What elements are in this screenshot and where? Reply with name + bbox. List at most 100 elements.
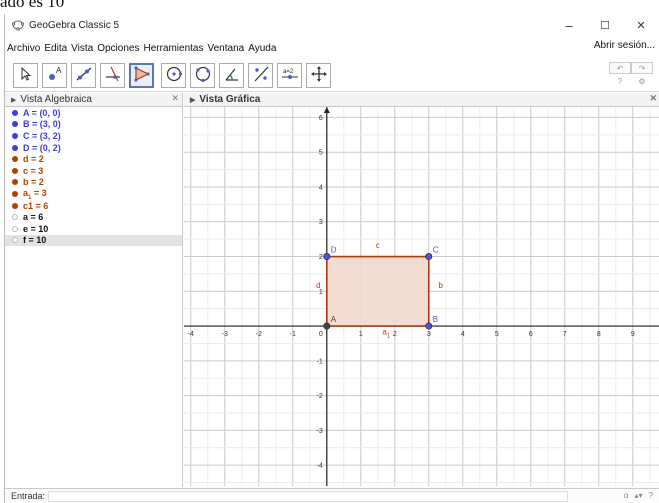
line-tool-button[interactable] [71, 63, 96, 88]
algebra-item[interactable]: D = (0, 2) [5, 142, 182, 154]
menu-herramientas[interactable]: Herramientas [143, 43, 203, 54]
polygon-tool-button[interactable] [129, 63, 154, 88]
sign-in-link[interactable]: Abrir sesión... [594, 40, 655, 51]
x-tick-label: 5 [495, 331, 499, 338]
algebra-item-text: c1 = 6 [23, 200, 49, 211]
segment-label: c [376, 241, 380, 250]
algebra-item[interactable]: a1 = 3 [5, 188, 182, 200]
graphics-view-title: Vista Gráfica [199, 94, 261, 105]
x-tick-label: 4 [461, 331, 465, 338]
x-tick-label: 2 [393, 331, 397, 338]
point-b[interactable] [425, 322, 433, 330]
algebra-item-value: 2 [38, 177, 44, 188]
hidden-dot-icon[interactable] [12, 237, 18, 244]
point-tool-button[interactable]: A [42, 63, 67, 88]
algebra-item-name: B [23, 119, 30, 130]
algebra-item-value: 2 [38, 154, 44, 165]
perpendicular-tool-button[interactable] [100, 63, 125, 88]
line-icon [75, 65, 93, 86]
y-tick-label: 6 [319, 115, 323, 122]
algebra-item[interactable]: B = (3, 0) [5, 119, 182, 131]
settings-icon[interactable]: ⚙ [631, 77, 653, 86]
perpendicular-line-icon [104, 65, 122, 86]
collapse-triangle-icon[interactable]: ▶ [11, 96, 16, 104]
input-label: Entrada: [11, 491, 46, 501]
hidden-dot-icon[interactable] [12, 214, 18, 221]
close-button[interactable]: ✕ [623, 14, 659, 36]
visibility-dot-icon[interactable] [12, 109, 18, 116]
menu-opciones[interactable]: Opciones [97, 43, 139, 54]
point-d[interactable] [323, 253, 331, 261]
y-tick-label: 5 [319, 150, 323, 157]
reflect-tool-button[interactable] [248, 63, 273, 88]
input-field[interactable] [48, 490, 569, 502]
move-view-tool-button[interactable] [306, 63, 331, 88]
title-bar: GeoGebra Classic 5 – ☐ ✕ [5, 14, 659, 36]
graphics-canvas[interactable]: -4 -3 -2 -1 0 1 2 3 4 5 6 7 8 9-4-3-2-1123456cbda1A BC… [184, 107, 659, 486]
point-label: C [433, 246, 439, 255]
algebra-item-subscript: 1 [28, 194, 32, 201]
y-tick-label: -1 [317, 358, 323, 365]
point-icon: A [46, 65, 64, 86]
collapse-triangle-icon[interactable]: ▶ [190, 96, 195, 104]
menu-ayuda[interactable]: Ayuda [248, 43, 276, 54]
visibility-dot-icon[interactable] [12, 190, 18, 197]
x-tick-label: -4 [188, 331, 194, 338]
point-c[interactable] [425, 253, 433, 261]
algebra-item[interactable]: a = 6 [5, 211, 182, 223]
document-text-fragment: ado es 10 [0, 0, 65, 11]
algebra-close-icon[interactable]: ✕ [171, 93, 179, 104]
menu-edita[interactable]: Edita [44, 43, 67, 54]
graphics-view: ▶ Vista Gráfica ✕ -4 -3 -2 -1 0 1 2 3 4 5 6 7 8 9 -4 -3… [184, 93, 659, 487]
algebra-item[interactable]: b = 2 [5, 177, 182, 189]
algebra-item-value: 3 [41, 187, 47, 198]
y-tick-label: -4 [317, 463, 323, 470]
visibility-dot-icon[interactable] [12, 202, 18, 209]
algebra-view-title: Vista Algebraica [20, 94, 92, 105]
help-icon[interactable]: ? [649, 491, 653, 500]
algebra-item[interactable]: C = (3, 2) [5, 130, 182, 142]
visibility-dot-icon[interactable] [12, 167, 18, 174]
algebra-item[interactable]: e = 10 [5, 223, 182, 235]
visibility-dot-icon[interactable] [12, 179, 18, 186]
maximize-button[interactable]: ☐ [587, 14, 623, 36]
move-tool-button[interactable] [13, 63, 38, 88]
point-a[interactable] [323, 322, 331, 330]
visibility-dot-icon[interactable] [12, 156, 18, 163]
x-tick-label: 8 [597, 331, 601, 338]
slider-tool-button[interactable]: a=2 [277, 63, 302, 88]
help-icon[interactable]: ? [609, 77, 631, 86]
point-label: D [331, 246, 337, 255]
visibility-dot-icon[interactable] [12, 121, 18, 128]
algebra-item[interactable]: c1 = 6 [5, 200, 182, 212]
alpha-icon[interactable]: α [624, 491, 629, 500]
window-title: GeoGebra Classic 5 [29, 19, 120, 31]
undo-button[interactable]: ↶ [609, 62, 631, 74]
algebra-item[interactable]: d = 2 [5, 153, 182, 165]
spinner-icon[interactable]: ▴▾ [635, 491, 643, 500]
algebra-item[interactable]: f = 10 [5, 234, 182, 247]
segment-label-name: b [438, 281, 443, 290]
angle-tool-button[interactable] [219, 63, 244, 88]
circle-center-tool-button[interactable] [161, 63, 186, 88]
rectangle-polygon[interactable] [326, 255, 430, 327]
menu-ventana[interactable]: Ventana [208, 43, 245, 54]
point-label: B [433, 315, 438, 324]
minimize-button[interactable]: – [551, 14, 587, 36]
circle-three-points-tool-button[interactable] [190, 63, 215, 88]
visibility-dot-icon[interactable] [12, 144, 18, 151]
y-tick-label: 2 [319, 254, 323, 261]
geogebra-window: GeoGebra Classic 5 – ☐ ✕ Archivo Edita V… [4, 14, 659, 503]
x-tick-label: -2 [256, 331, 262, 338]
algebra-item-value: (3, 2) [39, 130, 61, 141]
redo-button[interactable]: ↷ [631, 62, 653, 74]
menu-vista[interactable]: Vista [71, 43, 93, 54]
algebra-item[interactable]: A = (0, 0) [5, 107, 182, 119]
algebra-item-text: c = 3 [23, 165, 44, 176]
algebra-item[interactable]: c = 3 [5, 165, 182, 177]
graphics-close-icon[interactable]: ✕ [649, 93, 657, 104]
hidden-dot-icon[interactable] [12, 225, 18, 232]
y-tick-label: 3 [319, 219, 323, 226]
visibility-dot-icon[interactable] [12, 132, 18, 139]
menu-archivo[interactable]: Archivo [7, 43, 40, 54]
